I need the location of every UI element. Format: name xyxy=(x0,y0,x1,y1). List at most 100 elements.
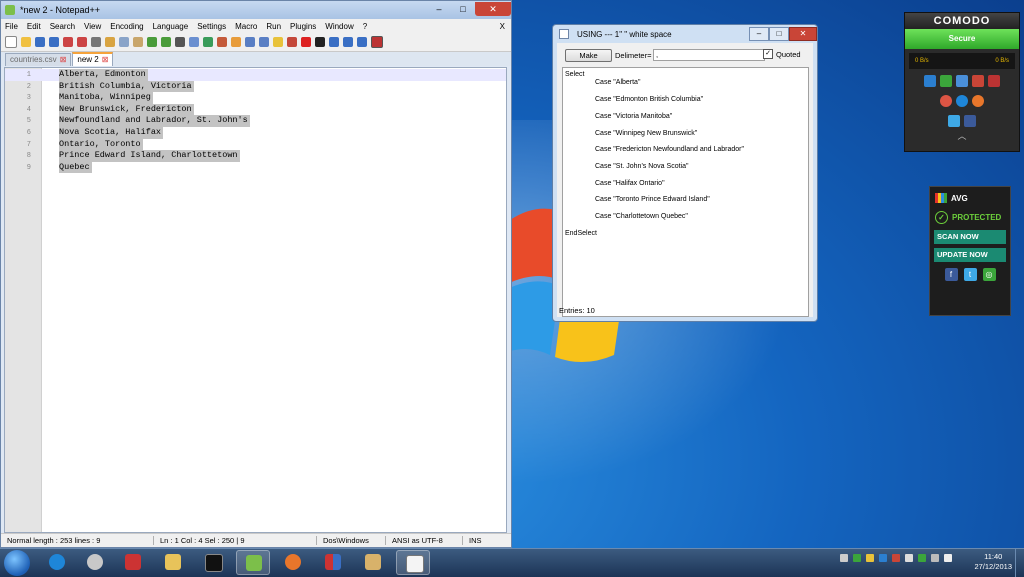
print-icon[interactable] xyxy=(91,37,101,47)
taskbar-app-multi[interactable] xyxy=(316,550,350,575)
firefox-icon[interactable] xyxy=(972,95,984,107)
stop-macro-icon[interactable] xyxy=(315,37,325,47)
kill-switch-icon[interactable] xyxy=(988,75,1000,87)
minimize-button[interactable]: – xyxy=(427,2,451,16)
tab-close-icon[interactable]: ⊠ xyxy=(102,54,109,66)
paste-icon[interactable] xyxy=(133,37,143,47)
dialog-title-bar[interactable]: USING --- 1" " white space – □ ✕ xyxy=(553,25,817,43)
scan-now-button[interactable]: SCAN NOW xyxy=(934,230,1006,244)
menu-settings[interactable]: Settings xyxy=(197,22,226,31)
dialog-close-button[interactable]: ✕ xyxy=(789,27,817,41)
undo-icon[interactable] xyxy=(147,37,157,47)
facebook-icon[interactable] xyxy=(964,115,976,127)
play-multiple-icon[interactable] xyxy=(343,37,353,47)
delimiter-input[interactable]: , xyxy=(653,49,765,61)
taskbar-using-app[interactable] xyxy=(396,550,430,575)
sync-scroll-icon[interactable] xyxy=(231,37,241,47)
editor-line[interactable]: 1 Alberta, Edmonton xyxy=(5,69,506,81)
editor-line[interactable]: 9 Quebec xyxy=(5,161,92,174)
network-icon[interactable] xyxy=(931,554,939,562)
chat-icon[interactable]: ◎ xyxy=(982,268,996,281)
editor-line[interactable]: 3 Manitoba, Winnipeg xyxy=(5,92,153,104)
defense-icon[interactable] xyxy=(940,75,952,87)
menu-macro[interactable]: Macro xyxy=(235,22,257,31)
show-desktop-button[interactable] xyxy=(1015,549,1024,577)
replace-icon[interactable] xyxy=(189,37,199,47)
editor-line[interactable]: 2 British Columbia, Victoria xyxy=(5,80,194,93)
quoted-checkbox[interactable]: ✓ Quoted xyxy=(763,49,801,59)
close-document-button[interactable]: X xyxy=(500,22,505,31)
chevron-up-icon[interactable]: ︿ xyxy=(905,129,1019,142)
tab-close-icon[interactable]: ⊠ xyxy=(60,54,67,66)
scan-icon[interactable] xyxy=(972,75,984,87)
twitter-icon[interactable] xyxy=(948,115,960,127)
play-macro-icon[interactable] xyxy=(329,37,339,47)
twitter-icon[interactable]: t xyxy=(963,268,977,281)
tray-icon[interactable] xyxy=(840,554,848,562)
maximize-button[interactable]: □ xyxy=(451,2,475,16)
tab-new-2[interactable]: new 2 ⊠ xyxy=(72,52,114,66)
taskbar-cmd[interactable] xyxy=(196,550,230,575)
find-icon[interactable] xyxy=(175,37,185,47)
clock[interactable]: 11:40 27/12/2013 xyxy=(974,552,1012,572)
tray-icon[interactable] xyxy=(905,554,913,562)
make-button[interactable]: Make xyxy=(565,49,612,62)
taskbar-firefox[interactable] xyxy=(276,550,310,575)
tray-icon[interactable] xyxy=(866,554,874,562)
editor-line[interactable]: 6 Nova Scotia, Halifax xyxy=(5,127,164,139)
taskbar-ie[interactable] xyxy=(40,550,74,575)
menu-help[interactable]: ? xyxy=(363,22,367,31)
sandbox-icon[interactable] xyxy=(956,75,968,87)
spellcheck-icon[interactable] xyxy=(371,36,383,48)
menu-encoding[interactable]: Encoding xyxy=(110,22,143,31)
show-all-chars-icon[interactable] xyxy=(259,37,269,47)
taskbar-paint[interactable] xyxy=(356,550,390,575)
internet-explorer-icon[interactable] xyxy=(956,95,968,107)
open-file-icon[interactable] xyxy=(21,37,31,47)
volume-icon[interactable] xyxy=(944,554,952,562)
dragon-browser-icon[interactable] xyxy=(940,95,952,107)
tray-icon[interactable] xyxy=(879,554,887,562)
tray-icon[interactable] xyxy=(918,554,926,562)
editor-line[interactable]: 4 New Brunswick, Fredericton xyxy=(5,103,194,116)
copy-icon[interactable] xyxy=(119,37,129,47)
firewall-icon[interactable] xyxy=(924,75,936,87)
word-wrap-icon[interactable] xyxy=(245,37,255,47)
menu-view[interactable]: View xyxy=(84,22,101,31)
taskbar-notepadpp[interactable] xyxy=(236,550,270,575)
zoom-in-icon[interactable] xyxy=(203,37,213,47)
update-now-button[interactable]: UPDATE NOW xyxy=(934,248,1006,262)
indent-guide-icon[interactable] xyxy=(273,37,283,47)
taskbar-explorer[interactable] xyxy=(156,550,190,575)
menu-language[interactable]: Language xyxy=(153,22,189,31)
save-all-icon[interactable] xyxy=(49,37,59,47)
menu-file[interactable]: File xyxy=(5,22,18,31)
menu-run[interactable]: Run xyxy=(266,22,281,31)
menu-window[interactable]: Window xyxy=(325,22,353,31)
redo-icon[interactable] xyxy=(161,37,171,47)
facebook-icon[interactable]: f xyxy=(944,268,958,281)
tab-countries-csv[interactable]: countries.csv ⊠ xyxy=(5,53,72,66)
close-button[interactable]: ✕ xyxy=(475,2,511,16)
editor-line[interactable]: 7 Ontario, Toronto xyxy=(5,138,143,151)
menu-edit[interactable]: Edit xyxy=(27,22,41,31)
editor-line[interactable]: 5 Newfoundland and Labrador, St. John's xyxy=(5,115,250,127)
menu-plugins[interactable]: Plugins xyxy=(290,22,316,31)
tray-icon[interactable] xyxy=(853,554,861,562)
close-all-icon[interactable] xyxy=(77,37,87,47)
taskbar-settings[interactable] xyxy=(78,550,112,575)
comodo-status[interactable]: Secure xyxy=(905,29,1019,49)
cut-icon[interactable] xyxy=(105,37,115,47)
dialog-maximize-button[interactable]: □ xyxy=(769,27,789,41)
new-file-icon[interactable] xyxy=(5,36,17,48)
text-editor[interactable]: 1 Alberta, Edmonton 2 British Columbia, Vi… xyxy=(4,67,507,533)
menu-search[interactable]: Search xyxy=(50,22,75,31)
doc-map-icon[interactable] xyxy=(287,37,297,47)
output-textbox[interactable]: Select Case "Alberta" Case "Edmonton Bri… xyxy=(562,67,809,317)
record-macro-icon[interactable] xyxy=(301,37,311,47)
zoom-out-icon[interactable] xyxy=(217,37,227,47)
notepad-title-bar[interactable]: *new 2 - Notepad++ – □ ✕ xyxy=(1,1,511,19)
dialog-minimize-button[interactable]: – xyxy=(749,27,769,41)
editor-line[interactable]: 8 Prince Edward Island, Charlottetown xyxy=(5,150,240,162)
save-icon[interactable] xyxy=(35,37,45,47)
